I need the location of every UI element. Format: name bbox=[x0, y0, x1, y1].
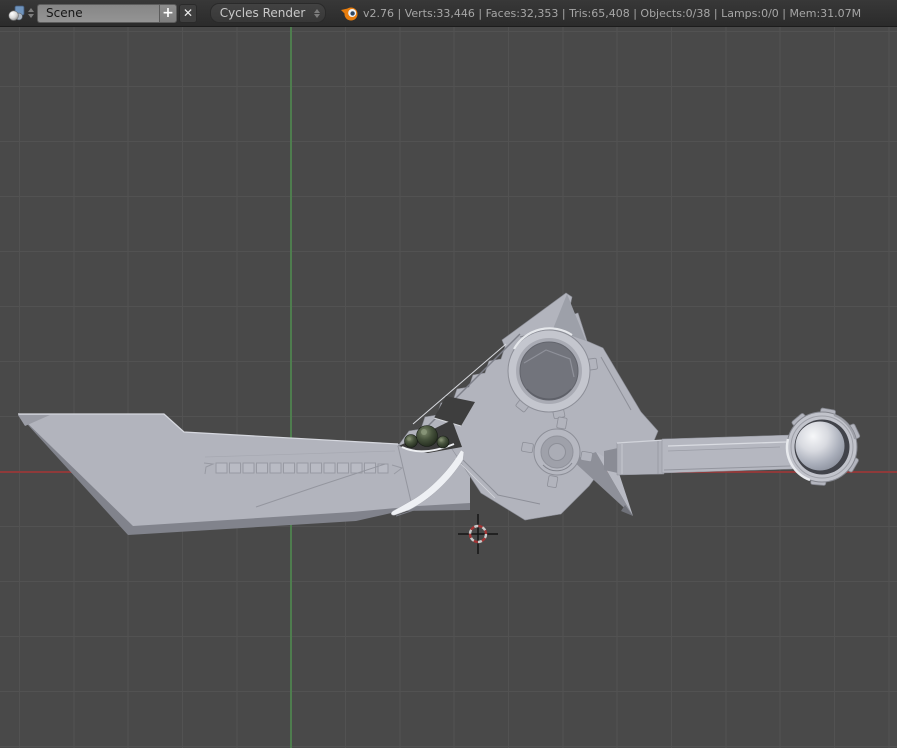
unlink-scene-button[interactable]: ✕ bbox=[179, 3, 197, 23]
model-sword[interactable] bbox=[18, 292, 861, 535]
cursor-3d[interactable] bbox=[458, 514, 498, 554]
scene-datablock-widget: Scene + ✕ bbox=[6, 3, 197, 23]
pommel bbox=[785, 407, 861, 486]
viewport-canvas bbox=[18, 292, 861, 554]
render-engine-value: Cycles Render bbox=[219, 6, 306, 20]
add-scene-button[interactable]: + bbox=[159, 3, 177, 23]
viewport-3d[interactable] bbox=[0, 27, 897, 748]
browse-scene-arrows-icon[interactable] bbox=[26, 5, 35, 21]
info-header-bar: Scene + ✕ Cycles Render v2.76 | Verts:33… bbox=[0, 0, 897, 27]
scene-icon bbox=[6, 3, 26, 23]
scene-name-field[interactable]: Scene bbox=[37, 3, 159, 23]
scene-statistics: v2.76 | Verts:33,446 | Faces:32,353 | Tr… bbox=[363, 7, 862, 20]
render-engine-select[interactable]: Cycles Render bbox=[210, 3, 326, 23]
select-updown-icon bbox=[314, 8, 320, 18]
blender-logo-icon bbox=[338, 3, 360, 24]
